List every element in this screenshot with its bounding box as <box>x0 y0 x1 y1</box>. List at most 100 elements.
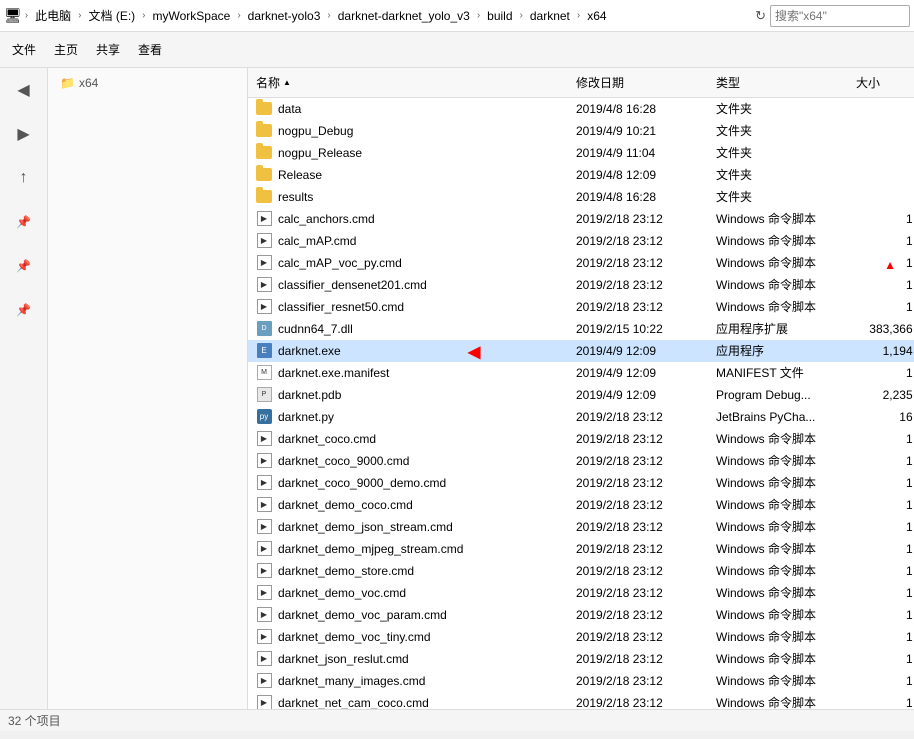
item-count: 32 个项目 <box>8 712 61 729</box>
table-row[interactable]: ▶calc_mAP_voc_py.cmd2019/2/18 23:12Windo… <box>248 252 914 274</box>
tab-home[interactable]: 主页 <box>46 38 86 61</box>
breadcrumb-item-darknet[interactable]: darknet <box>526 7 574 25</box>
file-name-cell: ▶darknet_demo_voc_tiny.cmd <box>248 627 568 647</box>
file-size: 1 KB <box>848 210 914 228</box>
table-row[interactable]: ▶calc_mAP.cmd2019/2/18 23:12Windows 命令脚本… <box>248 230 914 252</box>
table-row[interactable]: Mdarknet.exe.manifest2019/4/9 12:09MANIF… <box>248 362 914 384</box>
table-row[interactable]: ▶darknet_coco_9000.cmd2019/2/18 23:12Win… <box>248 450 914 472</box>
table-row[interactable]: ▶darknet_json_reslut.cmd2019/2/18 23:12W… <box>248 648 914 670</box>
file-size: 1 KB <box>848 474 914 492</box>
file-name-label: darknet_json_reslut.cmd <box>278 652 409 666</box>
breadcrumb-sep: › <box>577 10 580 21</box>
table-row[interactable]: ▶classifier_resnet50.cmd2019/2/18 23:12W… <box>248 296 914 318</box>
file-date: 2019/2/18 23:12 <box>568 650 708 668</box>
breadcrumb-sep: › <box>78 10 81 21</box>
cmd-icon: ▶ <box>256 453 272 469</box>
file-size <box>848 107 914 111</box>
file-date: 2019/2/18 23:12 <box>568 518 708 536</box>
table-row[interactable]: ▶darknet_net_cam_coco.cmd2019/2/18 23:12… <box>248 692 914 709</box>
file-name-cell: ▶darknet_net_cam_coco.cmd <box>248 693 568 710</box>
table-row[interactable]: pydarknet.py2019/2/18 23:12JetBrains PyC… <box>248 406 914 428</box>
file-size: 1 KB <box>848 254 914 272</box>
cmd-icon: ▶ <box>256 629 272 645</box>
breadcrumb-item-build[interactable]: build <box>483 7 516 25</box>
file-date: 2019/2/18 23:12 <box>568 496 708 514</box>
breadcrumb-item-darknet-yolov3[interactable]: darknet-darknet_yolo_v3 <box>334 7 474 25</box>
file-name-label: darknet_coco.cmd <box>278 432 376 446</box>
breadcrumb-item-workspace[interactable]: myWorkSpace <box>149 7 235 25</box>
file-date: 2019/4/8 16:28 <box>568 100 708 118</box>
file-date: 2019/4/9 10:21 <box>568 122 708 140</box>
pin-icon-2[interactable]: 📌 <box>6 248 42 284</box>
table-row[interactable]: ▶darknet_demo_json_stream.cmd2019/2/18 2… <box>248 516 914 538</box>
table-row[interactable]: ▶classifier_densenet201.cmd2019/2/18 23:… <box>248 274 914 296</box>
refresh-icon[interactable]: ↻ <box>755 8 766 24</box>
tab-file[interactable]: 文件 <box>4 38 44 61</box>
breadcrumb-sep: › <box>142 10 145 21</box>
table-row[interactable]: data2019/4/8 16:28文件夹 <box>248 98 914 120</box>
table-row[interactable]: ▶calc_anchors.cmd2019/2/18 23:12Windows … <box>248 208 914 230</box>
file-date: 2019/2/18 23:12 <box>568 232 708 250</box>
manifest-icon: M <box>256 365 272 381</box>
file-type: Windows 命令脚本 <box>708 670 848 691</box>
breadcrumb-item-x64[interactable]: x64 <box>583 7 610 25</box>
file-type: Windows 命令脚本 <box>708 208 848 229</box>
file-name-label: nogpu_Debug <box>278 124 353 138</box>
table-row[interactable]: ▶darknet_coco.cmd2019/2/18 23:12Windows … <box>248 428 914 450</box>
table-row[interactable]: results2019/4/8 16:28文件夹 <box>248 186 914 208</box>
table-row[interactable]: ▶darknet_demo_coco.cmd2019/2/18 23:12Win… <box>248 494 914 516</box>
file-name-label: calc_mAP.cmd <box>278 234 356 248</box>
file-name-cell: nogpu_Release <box>248 143 568 163</box>
file-size: 1 KB <box>848 672 914 690</box>
table-row[interactable]: Release2019/4/8 12:09文件夹 <box>248 164 914 186</box>
pin-icon-1[interactable]: 📌 <box>6 204 42 240</box>
breadcrumb-item-darknet-yolo3[interactable]: darknet-yolo3 <box>244 7 325 25</box>
file-size <box>848 195 914 199</box>
breadcrumb-sep: › <box>520 10 523 21</box>
table-row[interactable]: ▶darknet_demo_mjpeg_stream.cmd2019/2/18 … <box>248 538 914 560</box>
table-row[interactable]: ▶darknet_many_images.cmd2019/2/18 23:12W… <box>248 670 914 692</box>
tab-share[interactable]: 共享 <box>88 38 128 61</box>
file-name-cell: ▶darknet_demo_coco.cmd <box>248 495 568 515</box>
table-row[interactable]: Dcudnn64_7.dll2019/2/15 10:22应用程序扩展383,3… <box>248 318 914 340</box>
table-row[interactable]: Pdarknet.pdb2019/4/9 12:09Program Debug.… <box>248 384 914 406</box>
col-header-size[interactable]: 大小 <box>848 72 914 93</box>
table-row[interactable]: Edarknet.exe2019/4/9 12:09应用程序1,194 KB◀ <box>248 340 914 362</box>
file-type: 文件夹 <box>708 164 848 185</box>
breadcrumb-item-computer[interactable]: 此电脑 <box>31 5 75 26</box>
up-button[interactable]: ↑ <box>6 160 42 196</box>
col-header-name[interactable]: 名称 ▲ <box>248 72 568 93</box>
search-input[interactable] <box>770 5 910 27</box>
sort-icon: ▲ <box>283 78 291 87</box>
file-size: 1 KB <box>848 364 914 382</box>
cmd-icon: ▶ <box>256 695 272 710</box>
file-size: 1 KB <box>848 694 914 710</box>
tree-item[interactable]: 📁 x64 <box>48 72 247 94</box>
table-row[interactable]: ▶darknet_demo_voc_param.cmd2019/2/18 23:… <box>248 604 914 626</box>
file-name-label: nogpu_Release <box>278 146 362 160</box>
file-name-cell: ▶darknet_json_reslut.cmd <box>248 649 568 669</box>
table-row[interactable]: ▶darknet_demo_voc.cmd2019/2/18 23:12Wind… <box>248 582 914 604</box>
breadcrumb-sep: › <box>237 10 240 21</box>
file-date: 2019/2/18 23:12 <box>568 452 708 470</box>
back-button[interactable]: ◀ <box>6 72 42 108</box>
file-date: 2019/2/18 23:12 <box>568 430 708 448</box>
tab-view[interactable]: 查看 <box>130 38 170 61</box>
file-date: 2019/4/9 12:09 <box>568 386 708 404</box>
table-row[interactable]: ▶darknet_coco_9000_demo.cmd2019/2/18 23:… <box>248 472 914 494</box>
pin-icon-3[interactable]: 📌 <box>6 292 42 328</box>
col-header-type[interactable]: 类型 <box>708 72 848 93</box>
file-name-label: darknet_coco_9000_demo.cmd <box>278 476 446 490</box>
col-header-date[interactable]: 修改日期 <box>568 72 708 93</box>
file-size: 1 KB <box>848 562 914 580</box>
forward-button[interactable]: ▶ <box>6 116 42 152</box>
cmd-icon: ▶ <box>256 475 272 491</box>
breadcrumb-item-drive[interactable]: 文档 (E:) <box>84 5 139 26</box>
file-date: 2019/2/18 23:12 <box>568 584 708 602</box>
table-row[interactable]: ▶darknet_demo_voc_tiny.cmd2019/2/18 23:1… <box>248 626 914 648</box>
table-row[interactable]: nogpu_Debug2019/4/9 10:21文件夹 <box>248 120 914 142</box>
table-row[interactable]: nogpu_Release2019/4/9 11:04文件夹 <box>248 142 914 164</box>
file-size: 2,235 KB <box>848 386 914 404</box>
file-date: 2019/2/18 23:12 <box>568 606 708 624</box>
table-row[interactable]: ▶darknet_demo_store.cmd2019/2/18 23:12Wi… <box>248 560 914 582</box>
